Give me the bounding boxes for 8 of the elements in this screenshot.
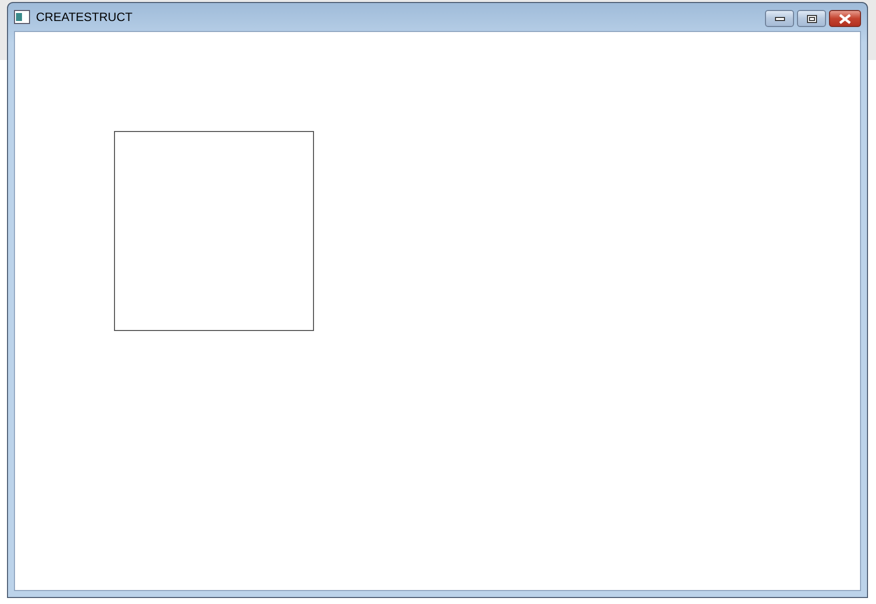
window-title: CREATESTRUCT [36, 10, 134, 24]
minimize-button[interactable] [765, 10, 794, 27]
close-button[interactable] [829, 10, 861, 27]
app-icon [14, 10, 30, 24]
minimize-icon [774, 16, 784, 20]
maximize-icon [806, 14, 816, 22]
close-icon [839, 14, 851, 24]
maximize-button[interactable] [797, 10, 826, 27]
